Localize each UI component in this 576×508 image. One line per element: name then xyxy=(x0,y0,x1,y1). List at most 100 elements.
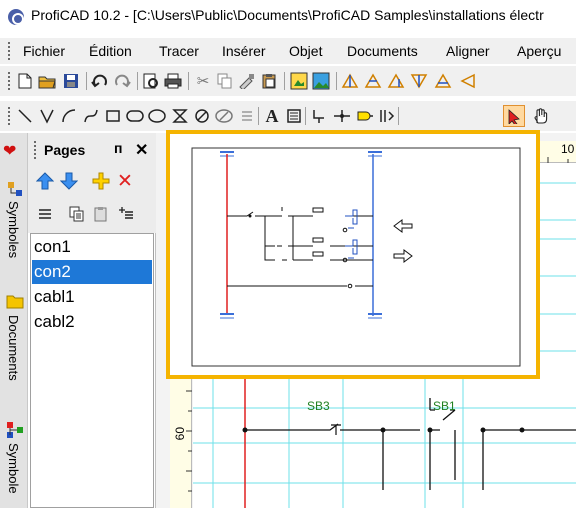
rectangle-tool-icon[interactable] xyxy=(104,107,122,125)
ruler-top-label: 10 xyxy=(561,142,575,156)
overview-thumbnail xyxy=(191,147,521,367)
toolbar-separator xyxy=(305,107,306,125)
proficad-app-icon xyxy=(8,9,24,25)
align-top-icon[interactable] xyxy=(410,72,428,90)
wire-bundle-tool-icon[interactable] xyxy=(378,107,396,125)
junction-tool-icon[interactable] xyxy=(333,107,351,125)
no-entry-tool-icon[interactable] xyxy=(193,107,211,125)
drawing-toolbar: A xyxy=(0,101,576,131)
overview-popup[interactable] xyxy=(166,130,540,379)
insert-picture-icon[interactable] xyxy=(312,72,330,90)
window-titlebar: ProfiCAD 10.2 - [C:\Users\Public\Documen… xyxy=(0,0,576,33)
pin-icon[interactable]: ᴨ xyxy=(114,140,122,156)
tab-symboles[interactable]: ❤ Symboles xyxy=(2,139,26,269)
text-tool-icon[interactable]: A xyxy=(263,106,281,126)
copy-icon[interactable] xyxy=(216,72,234,90)
print-preview-icon[interactable] xyxy=(142,72,160,90)
heart-icon: ❤ xyxy=(3,143,17,160)
save-icon[interactable] xyxy=(62,72,80,90)
text-box-tool-icon[interactable] xyxy=(285,107,303,125)
tab-documents[interactable]: Documents xyxy=(2,293,26,403)
pages-panel: Pages ᴨ ✕ ✕ con1 con2 cabl1 cabl2 xyxy=(28,133,156,508)
menu-edition[interactable]: Édition xyxy=(89,43,132,59)
menu-inserer[interactable]: Insérer xyxy=(222,43,266,59)
menu-fichier[interactable]: Fichier xyxy=(23,43,65,59)
add-page-icon[interactable] xyxy=(90,170,112,192)
ellipse-tool-icon[interactable] xyxy=(148,107,166,125)
redo-icon[interactable] xyxy=(113,72,131,90)
panel-grip[interactable] xyxy=(34,141,37,159)
toolbar-separator xyxy=(398,107,399,125)
menu-tracer[interactable]: Tracer xyxy=(159,43,199,59)
tab-symboles-label: Symboles xyxy=(6,201,21,259)
format-brush-icon[interactable] xyxy=(238,72,256,90)
align-bottom-icon[interactable] xyxy=(458,72,476,90)
folder-icon xyxy=(6,295,24,309)
toolbar-separator xyxy=(137,72,138,90)
pages-panel-header: Pages ᴨ ✕ xyxy=(28,133,156,167)
align-right-icon[interactable] xyxy=(387,72,405,90)
menu-apercu[interactable]: Aperçu xyxy=(517,43,561,59)
list-item-con1[interactable]: con1 xyxy=(32,235,152,259)
pages-list: con1 con2 cabl1 cabl2 xyxy=(30,233,154,508)
close-panel-icon[interactable]: ✕ xyxy=(135,140,148,160)
menu-bar: Fichier Édition Tracer Insérer Objet Doc… xyxy=(0,38,576,64)
cut-icon[interactable]: ✂ xyxy=(194,72,212,90)
arc-tool-icon[interactable] xyxy=(60,107,78,125)
toolbar-separator xyxy=(86,72,87,90)
new-document-icon[interactable] xyxy=(16,72,34,90)
wire-tool-icon[interactable] xyxy=(310,107,328,125)
terminal-tool-icon[interactable] xyxy=(356,107,374,125)
menubar-grip[interactable] xyxy=(8,42,11,60)
tab-documents-label: Documents xyxy=(6,315,21,381)
toolbar-grip[interactable] xyxy=(8,107,11,125)
copy-page-icon[interactable] xyxy=(66,203,88,225)
tab-symbole[interactable]: Symbole xyxy=(2,421,26,508)
toolbar-separator xyxy=(258,107,259,125)
pan-hand-icon[interactable] xyxy=(532,107,550,125)
page-properties-icon[interactable] xyxy=(34,203,56,225)
pages-toolbar: ✕ xyxy=(28,167,156,233)
hatch-lines-tool-icon[interactable] xyxy=(238,107,256,125)
list-item-con2[interactable]: con2 xyxy=(32,260,152,284)
toolbar-grip[interactable] xyxy=(8,72,11,90)
toolbar-separator xyxy=(336,72,337,90)
toolbar-separator xyxy=(284,72,285,90)
open-folder-icon[interactable] xyxy=(38,72,56,90)
pages-panel-title: Pages xyxy=(44,142,86,158)
undo-icon[interactable] xyxy=(91,72,109,90)
list-item-cabl1[interactable]: cabl1 xyxy=(32,285,152,309)
line-tool-icon[interactable] xyxy=(16,107,34,125)
print-icon[interactable] xyxy=(164,72,182,90)
select-arrow-icon[interactable] xyxy=(503,105,525,127)
left-dock-strip: ❤ Symboles Documents Symbole xyxy=(0,133,28,508)
menu-objet[interactable]: Objet xyxy=(289,43,322,59)
standard-toolbar: ✂ xyxy=(0,66,576,96)
move-page-down-icon[interactable] xyxy=(58,170,80,192)
align-left-icon[interactable] xyxy=(341,72,359,90)
move-page-up-icon[interactable] xyxy=(34,170,56,192)
align-center-v-icon[interactable] xyxy=(434,72,452,90)
align-center-h-icon[interactable] xyxy=(364,72,382,90)
menu-documents[interactable]: Documents xyxy=(347,43,418,59)
symbols-icon xyxy=(8,182,22,196)
window-title: ProfiCAD 10.2 - [C:\Users\Public\Documen… xyxy=(31,7,544,23)
toolbar-separator xyxy=(188,72,189,90)
tab-symbole-label: Symbole xyxy=(6,443,21,494)
component-label-sb1: SB1 xyxy=(433,399,456,413)
bezier-tool-icon[interactable] xyxy=(82,107,100,125)
hourglass-tool-icon[interactable] xyxy=(171,107,189,125)
insert-image-tree-icon[interactable] xyxy=(290,72,308,90)
paste-page-icon[interactable] xyxy=(90,203,112,225)
rounded-rectangle-tool-icon[interactable] xyxy=(126,107,144,125)
tree-icon xyxy=(7,422,23,438)
menu-aligner[interactable]: Aligner xyxy=(446,43,490,59)
ruler-left-label: 60 xyxy=(173,427,187,441)
list-item-cabl2[interactable]: cabl2 xyxy=(32,310,152,334)
insert-page-icon[interactable] xyxy=(116,203,138,225)
component-label-sb3: SB3 xyxy=(307,399,330,413)
eraser-shape-tool-icon[interactable] xyxy=(215,107,233,125)
polyline-tool-icon[interactable] xyxy=(38,107,56,125)
delete-page-icon[interactable]: ✕ xyxy=(114,170,136,192)
paste-icon[interactable] xyxy=(260,72,278,90)
